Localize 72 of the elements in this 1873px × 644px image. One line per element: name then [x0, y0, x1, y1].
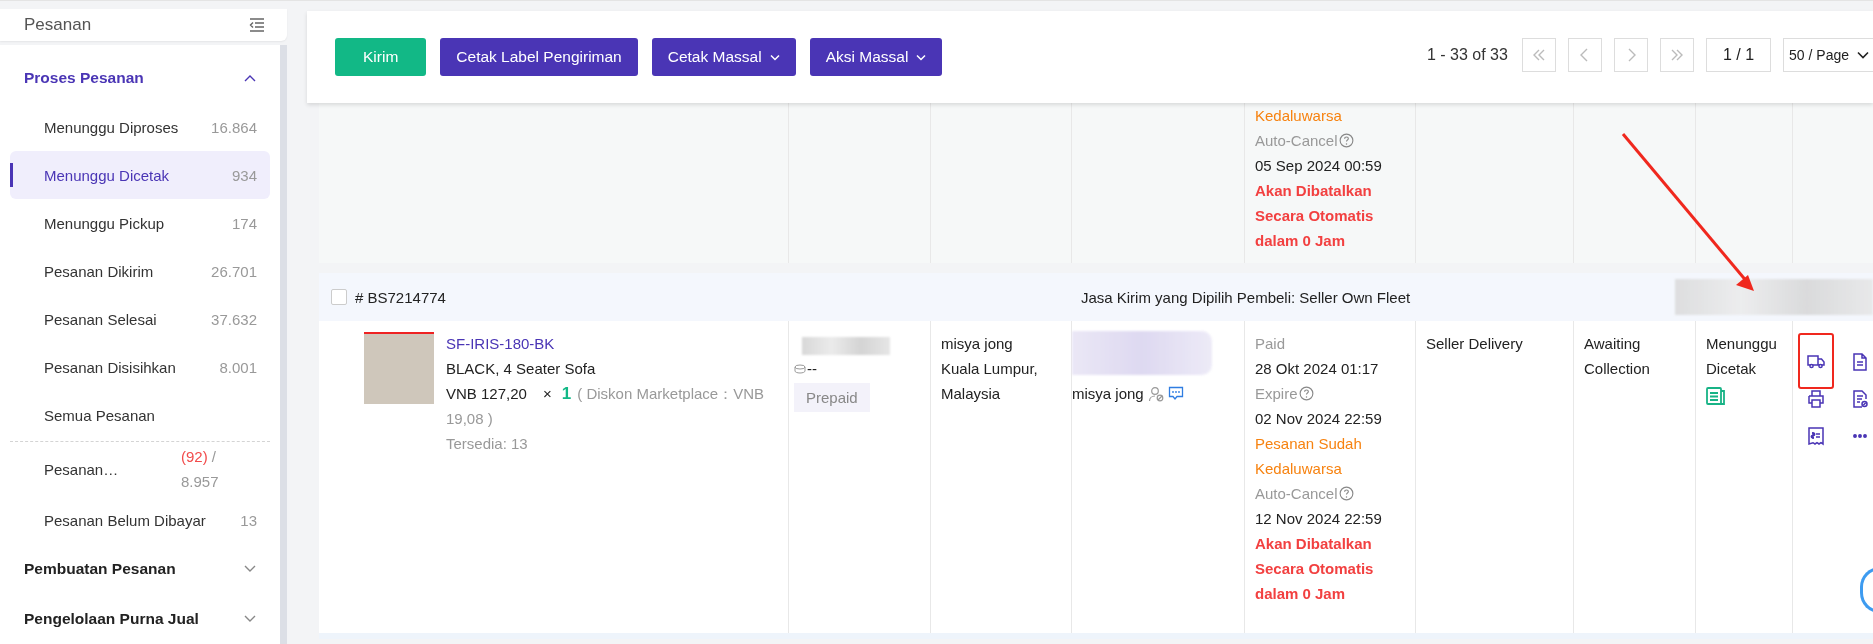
page-field[interactable]: 1 / 1 [1705, 38, 1772, 72]
chat-icon[interactable] [1167, 386, 1184, 401]
sidebar-section[interactable]: Pembuatan Pesanan [10, 544, 270, 594]
item-count: 16.864 [211, 118, 257, 136]
address-line: misya jong [941, 334, 1014, 354]
sidebar-item[interactable]: Semua Pesanan [10, 391, 270, 439]
buyer-name: misya jong [1072, 384, 1144, 404]
shipping-note: Jasa Kirim yang Dipilih Pembeli: Seller Own Fleet [1080, 288, 1411, 306]
coins-icon [794, 363, 806, 374]
checkbox[interactable] [331, 289, 347, 305]
payment-amount: -- [807, 359, 817, 379]
item-count: 8.001 [219, 358, 257, 376]
time-text: Akan Dibatalkan Secara Otomatis dalam 0 Jam [1255, 181, 1375, 251]
shipping-method: Seller Delivery [1426, 334, 1524, 354]
item-count: 13 [240, 511, 257, 529]
help-icon[interactable] [1338, 133, 1354, 148]
sidebar-section[interactable]: Proses Pesanan [10, 53, 270, 103]
sidebar-item[interactable]: Pesanan… (92) / 8.957 [10, 442, 270, 496]
photo-placeholder [364, 332, 434, 404]
time-text: Akan Dibatalkan Secara Otomatis dalam 0 Jam [1255, 534, 1375, 604]
item-count: 934 [231, 166, 257, 184]
truck-icon[interactable] [1798, 333, 1834, 389]
sidebar-title: Pesanan [24, 15, 92, 35]
time-text: Kedaluwarsa [1255, 106, 1343, 126]
sidebar-item[interactable]: Menunggu Diproses 16.864 [10, 103, 270, 151]
time-text: 05 Sep 2024 00:59 [1255, 156, 1383, 176]
sidebar-item[interactable]: Menunggu Pickup 174 [10, 199, 270, 247]
time-text: Pesanan Sudah Kedaluwarsa [1255, 434, 1363, 479]
scrollbar[interactable] [280, 45, 287, 644]
price-line: VNB 127,20 × 1 ( Diskon Marketplace：VNB 19,08 ) [446, 383, 766, 429]
sidebar-item[interactable]: Menunggu Dicetak 934 [10, 151, 270, 199]
sidebar-section[interactable]: Pengelolaan Purna Jual [10, 594, 270, 644]
time-text: Paid [1255, 334, 1287, 354]
item-count: 26.701 [211, 262, 257, 280]
item-count: (92) / 8.957 [181, 447, 220, 492]
address-line: Malaysia [941, 384, 1002, 404]
time-text: 12 Nov 2024 22:59 [1255, 509, 1383, 529]
item-count: 174 [231, 214, 257, 232]
stock-text: Tersedia: 13 [446, 434, 529, 454]
result-range: 1 - 33 of 33 [1426, 45, 1508, 65]
chevron-icon [244, 615, 256, 623]
payment-tag: Prepaid [794, 383, 870, 412]
caret-icon [1857, 51, 1869, 59]
time-text: 28 Okt 2024 01:17 [1255, 359, 1380, 379]
chevron-icon [244, 565, 256, 573]
item-count: 37.632 [211, 310, 257, 328]
caret-icon [916, 53, 927, 61]
sidebar-item[interactable]: Pesanan Disisihkan 8.001 [10, 343, 270, 391]
action-button[interactable]: Aksi Massal [809, 38, 943, 76]
sidebar-item[interactable]: Pesanan Belum Dibayar 13 [10, 496, 270, 544]
time-text: Expire [1255, 381, 1405, 406]
help-icon[interactable] [1298, 386, 1314, 401]
time-text: Auto-Cancel [1255, 128, 1405, 153]
time-text: 02 Nov 2024 22:59 [1255, 409, 1383, 429]
order-id: # BS7214774 [355, 288, 446, 306]
time-text: Auto-Cancel [1255, 481, 1405, 506]
chevron-icon [244, 74, 256, 82]
person-icon[interactable] [1147, 385, 1164, 402]
page-size-select[interactable]: 50 / Page [1783, 38, 1873, 72]
product-sku-link[interactable]: SF-IRIS-180-BK [446, 331, 778, 356]
help-icon[interactable] [1338, 486, 1354, 501]
collapse-menu-icon[interactable] [249, 18, 265, 32]
caret-icon [769, 53, 780, 61]
product-name: BLACK, 4 Seater Sofa [446, 359, 597, 379]
address-line: Kuala Lumpur, [941, 359, 1039, 379]
sidebar-item[interactable]: Pesanan Dikirim 26.701 [10, 247, 270, 295]
action-button[interactable]: Cetak Label Pengiriman [440, 38, 638, 76]
document-icon[interactable] [1706, 387, 1726, 405]
shipping-status: Awaiting Collection [1584, 334, 1651, 379]
action-button[interactable]: Cetak Massal [651, 38, 796, 76]
order-status: Menunggu Dicetak [1706, 334, 1778, 379]
sidebar-item[interactable]: Pesanan Selesai 37.632 [10, 295, 270, 343]
